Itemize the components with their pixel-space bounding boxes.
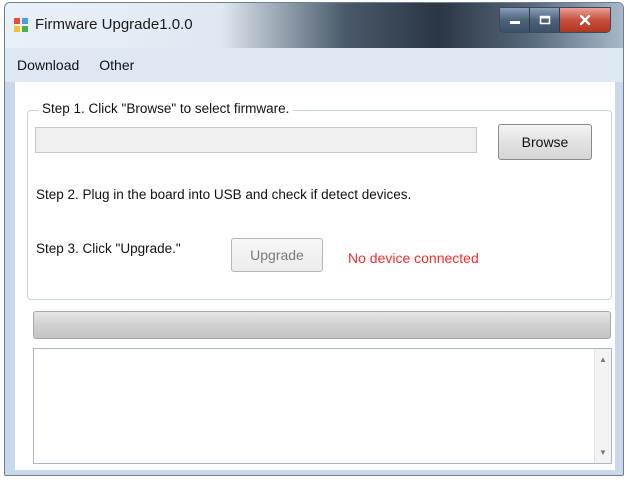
- step1-groupbox: Step 1. Click "Browse" to select firmwar…: [27, 101, 612, 300]
- client-area: Step 1. Click "Browse" to select firmwar…: [15, 82, 615, 470]
- app-window: Firmware Upgrade1.0.0 Download Other Ste…: [4, 2, 624, 476]
- maximize-button[interactable]: [530, 8, 560, 32]
- menu-other[interactable]: Other: [91, 57, 142, 73]
- log-scrollbar[interactable]: ▲ ▼: [594, 349, 611, 463]
- window-title: Firmware Upgrade1.0.0: [35, 16, 193, 33]
- device-status: No device connected: [348, 250, 479, 266]
- browse-button[interactable]: Browse: [498, 124, 592, 160]
- upgrade-progress-bar: [33, 311, 611, 339]
- caption-buttons: [499, 7, 611, 33]
- log-textbox[interactable]: ▲ ▼: [33, 348, 612, 464]
- firmware-path-field[interactable]: [35, 127, 477, 153]
- close-icon: [579, 14, 591, 26]
- menu-download[interactable]: Download: [9, 57, 87, 73]
- upgrade-button[interactable]: Upgrade: [231, 238, 323, 272]
- close-button[interactable]: [560, 8, 610, 32]
- menu-bar: Download Other: [5, 48, 623, 82]
- step2-label: Step 2. Plug in the board into USB and c…: [36, 187, 412, 202]
- step3-label: Step 3. Click "Upgrade.": [36, 241, 181, 256]
- step1-label: Step 1. Click "Browse" to select firmwar…: [38, 101, 294, 116]
- scroll-down-icon[interactable]: ▼: [595, 444, 611, 461]
- scroll-up-icon[interactable]: ▲: [595, 351, 611, 368]
- app-icon: [14, 18, 28, 32]
- minimize-icon: [509, 21, 520, 24]
- title-bar[interactable]: Firmware Upgrade1.0.0: [5, 3, 623, 48]
- minimize-button[interactable]: [500, 8, 530, 32]
- maximize-icon: [539, 15, 550, 25]
